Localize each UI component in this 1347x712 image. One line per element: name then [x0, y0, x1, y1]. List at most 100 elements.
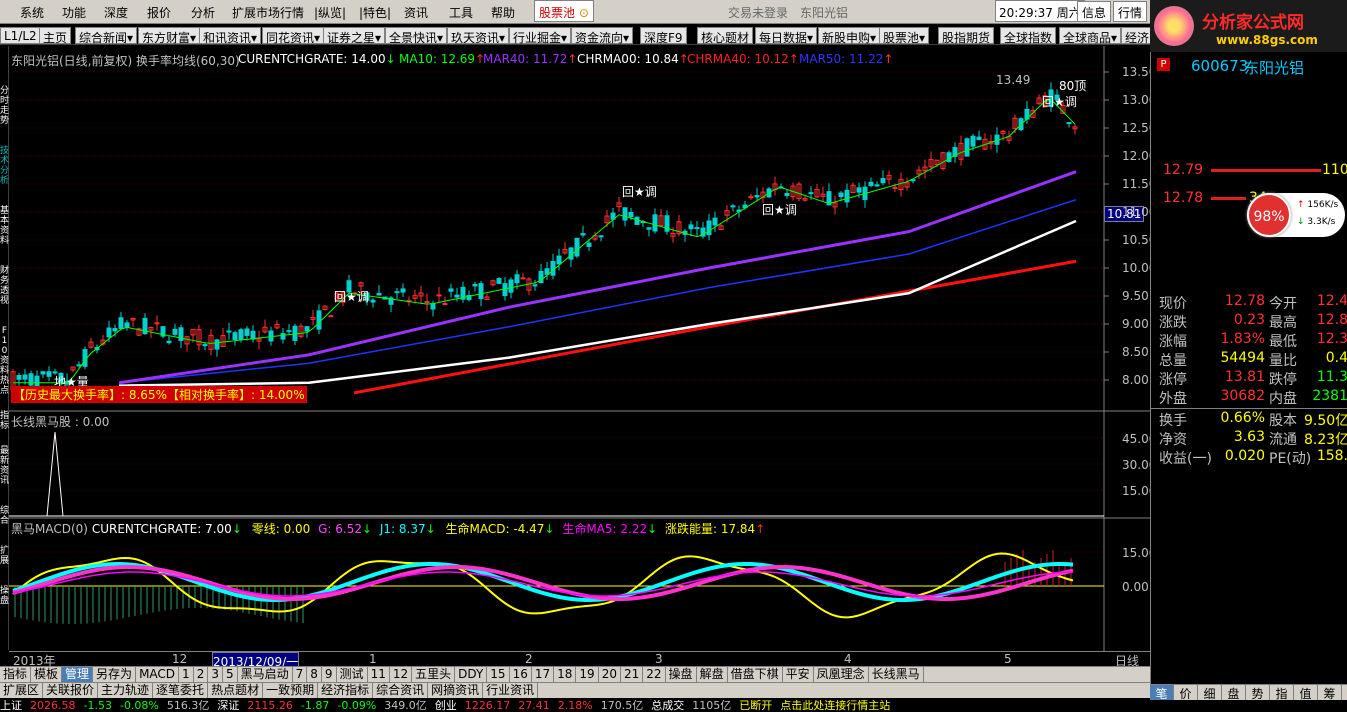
tab-6[interactable]: 经济指标: [318, 683, 374, 698]
toolbar-stockstar[interactable]: 证券之星▾: [323, 27, 386, 45]
toolbar-panorama[interactable]: 全景快讯▾: [385, 27, 448, 45]
tab-27[interactable]: 解盘: [696, 667, 728, 682]
tab-5[interactable]: 1: [179, 667, 194, 682]
toolbar-industry[interactable]: 行业掘金▾: [509, 27, 572, 45]
tab-9[interactable]: 黑马启动: [237, 667, 293, 682]
tab-14[interactable]: 11: [367, 667, 390, 682]
tab-10[interactable]: 7: [292, 667, 308, 682]
info-button[interactable]: 信息: [1077, 1, 1112, 22]
menu-stock-pool[interactable]: 股票池 ⊙: [534, 0, 594, 22]
market-button[interactable]: 行情: [1113, 1, 1148, 22]
tab-25[interactable]: 22: [643, 667, 666, 682]
tab-22[interactable]: 19: [576, 667, 599, 682]
tab-17[interactable]: DDY: [455, 667, 488, 682]
tab-2[interactable]: 主力轨迹: [98, 683, 154, 698]
tab-3[interactable]: 另存为: [93, 667, 137, 682]
tab-16[interactable]: 五里头: [412, 667, 456, 682]
tab-29[interactable]: 平安: [782, 667, 814, 682]
tab-19[interactable]: 16: [509, 667, 532, 682]
menu-depth[interactable]: 深度: [104, 4, 128, 21]
tab-4[interactable]: MACD: [136, 667, 180, 682]
tab-15[interactable]: 12: [389, 667, 413, 682]
tab-5[interactable]: 一致预期: [263, 683, 319, 698]
toolbar-ipo[interactable]: 新股申购▾: [818, 27, 881, 45]
toolbar-pool[interactable]: 股票池▾: [879, 27, 930, 45]
tab-7[interactable]: 综合资讯: [373, 683, 429, 698]
menu-feature[interactable]: |特色|: [359, 4, 391, 21]
toolbar-global-index[interactable]: 全球指数: [1000, 27, 1057, 45]
bid-bar: [1211, 197, 1246, 200]
tab-0[interactable]: 指标: [0, 667, 32, 682]
menu-quote[interactable]: 报价: [147, 4, 171, 21]
tab-4[interactable]: 热点题材: [208, 683, 264, 698]
toolbar-economy[interactable]: 经济: [1121, 27, 1154, 45]
toolbar-hexun[interactable]: 和讯资讯▾: [199, 27, 262, 45]
menu-overview[interactable]: |纵览|: [314, 4, 346, 21]
candle-body: [394, 291, 400, 294]
toolbar-ths[interactable]: 同花资讯▾: [262, 27, 325, 45]
left-tab-hot[interactable]: 热点: [0, 376, 9, 396]
tab-7[interactable]: 3: [208, 667, 223, 682]
toolbar-eastmoney[interactable]: 东方财富▾: [138, 27, 201, 45]
toolbar-global-commodity[interactable]: 全球商品▾: [1059, 27, 1122, 45]
toolbar-news[interactable]: 综合新闻▾: [75, 27, 138, 45]
left-tab-f10[interactable]: F10资料: [0, 326, 9, 376]
menu-function[interactable]: 功能: [62, 4, 86, 21]
tab-28[interactable]: 借盘下棋: [727, 667, 783, 682]
left-tab-finance[interactable]: 财务透视: [0, 266, 9, 306]
tab-6[interactable]: 2: [193, 667, 209, 682]
menu-system[interactable]: 系统: [20, 4, 44, 21]
tab-26[interactable]: 操盘: [665, 667, 697, 682]
menu-help[interactable]: 帮助: [491, 4, 515, 21]
candle-body: [454, 294, 460, 298]
sub2-g: G: 6.52: [318, 522, 362, 536]
left-tab-intraday[interactable]: 分时走势: [0, 86, 9, 126]
left-tab-indicator[interactable]: 指标: [0, 411, 9, 431]
kline-chart-area[interactable]: 东阳光铝(日线,前复权) 换手率均线(60,30) CURENTCHGRATE:…: [9, 46, 1156, 652]
candle-body: [478, 283, 484, 300]
toolbar-home[interactable]: 主页: [39, 27, 72, 45]
top-signal-label: 80顶: [1059, 79, 1087, 93]
toolbar-futures[interactable]: 股指期货: [938, 27, 995, 45]
left-tab-basic[interactable]: 基本资料: [0, 206, 9, 246]
tab-24[interactable]: 21: [620, 667, 644, 682]
menu-news[interactable]: 资讯: [404, 4, 428, 21]
tab-21[interactable]: 18: [554, 667, 577, 682]
tab-20[interactable]: 17: [531, 667, 555, 682]
tab-8[interactable]: 5: [222, 667, 238, 682]
left-tab-general[interactable]: 综合: [0, 506, 9, 526]
tab-18[interactable]: 15: [487, 667, 510, 682]
toolbar-fund-flow[interactable]: 资金流向▾: [571, 27, 634, 45]
kline-chart-svg[interactable]: [9, 46, 1150, 652]
toolbar-core-theme[interactable]: 核心题材: [697, 27, 754, 45]
tab-8[interactable]: 网摘资讯: [428, 683, 484, 698]
extension-tabs: 扩展区 关联报价 主力轨迹 逐笔委托 热点题材 一致预期 经济指标 综合资讯 网摘资讯 行业资讯: [0, 682, 1150, 698]
tab-2[interactable]: 管理: [62, 667, 94, 682]
quote-key: 跌停: [1269, 372, 1297, 388]
tab-11[interactable]: 8: [307, 667, 322, 682]
left-tab-latest-news[interactable]: 最新资讯: [0, 446, 9, 486]
tab-9[interactable]: 行业资讯: [483, 683, 539, 698]
tab-31[interactable]: 长线黑马: [868, 667, 924, 682]
left-tab-extend[interactable]: 扩展: [0, 546, 9, 566]
menu-extended-market[interactable]: 扩展市场行情: [232, 4, 304, 21]
tab-30[interactable]: 凤凰理念: [813, 667, 869, 682]
tab-3[interactable]: 逐笔委托: [153, 683, 209, 698]
status-item: -1.53: [83, 700, 112, 712]
tab-1[interactable]: 关联报价: [43, 683, 99, 698]
toolbar-daily-data[interactable]: 每日数据▾: [755, 27, 818, 45]
left-tab-technical[interactable]: 技术分析: [0, 146, 9, 186]
toolbar-l1l2[interactable]: L1/L2: [0, 27, 41, 44]
ma10-text: MA10: 12.69: [399, 52, 476, 66]
tab-12[interactable]: 9: [321, 667, 337, 682]
tab-1[interactable]: 模板: [31, 667, 63, 682]
left-tab-trade[interactable]: 操盘: [0, 586, 9, 606]
candle-body: [250, 330, 256, 340]
menu-tools[interactable]: 工具: [449, 4, 473, 21]
toolbar-f9[interactable]: 深度F9: [640, 27, 687, 45]
tab-23[interactable]: 20: [598, 667, 621, 682]
menu-analysis[interactable]: 分析: [191, 4, 215, 21]
tab-0[interactable]: 扩展区: [0, 683, 44, 698]
tab-13[interactable]: 测试: [336, 667, 368, 682]
toolbar-jiutian[interactable]: 玖天资讯▾: [447, 27, 510, 45]
